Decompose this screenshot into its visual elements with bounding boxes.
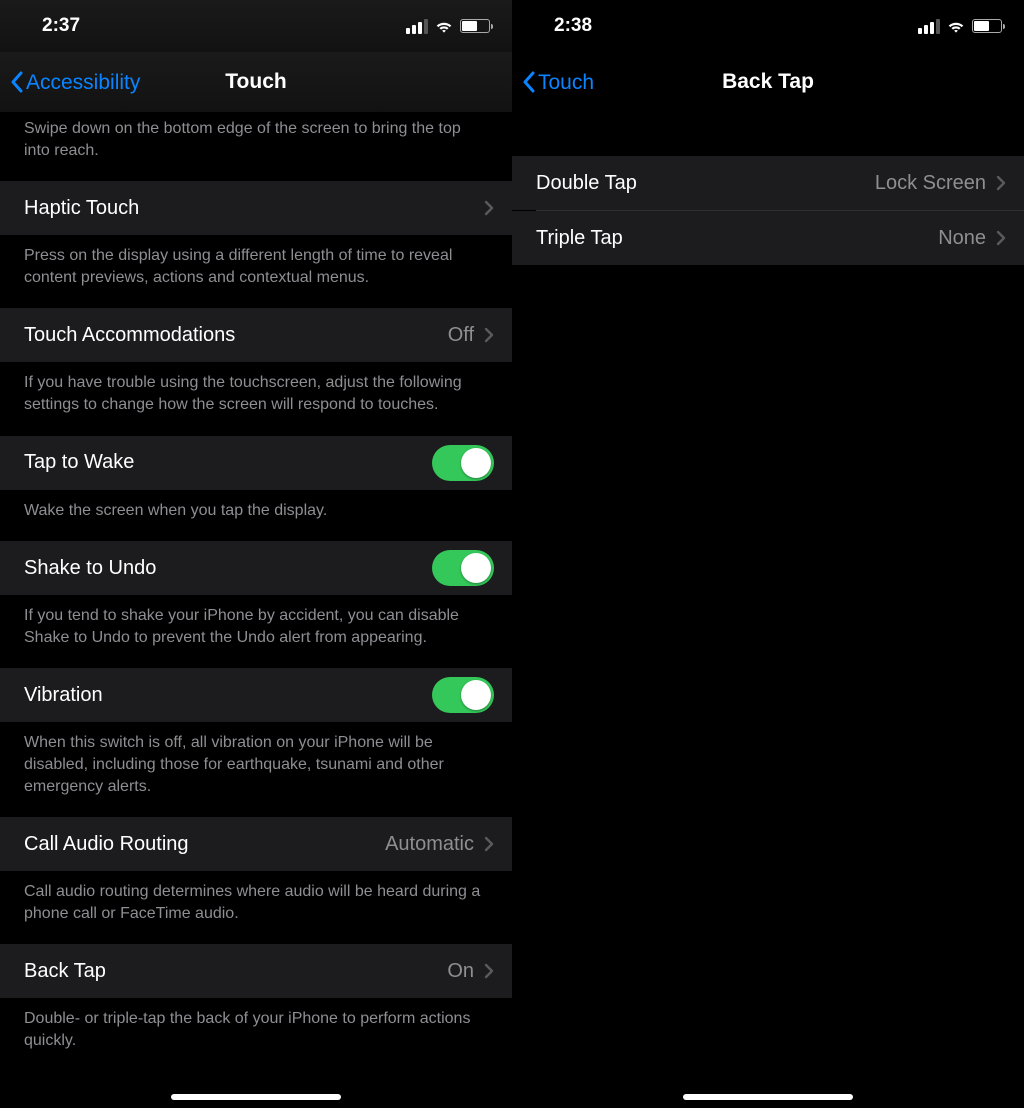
tap-to-wake-label: Tap to Wake — [24, 451, 432, 474]
status-icons — [918, 18, 1002, 34]
home-indicator[interactable] — [171, 1094, 341, 1100]
status-bar: 2:37 — [0, 0, 512, 52]
haptic-touch-cell[interactable]: Haptic Touch — [0, 181, 512, 235]
triple-tap-value: None — [938, 227, 986, 250]
battery-icon — [460, 19, 490, 33]
tap-to-wake-cell[interactable]: Tap to Wake — [0, 436, 512, 490]
vibration-cell[interactable]: Vibration — [0, 668, 512, 722]
chevron-right-icon — [484, 963, 494, 979]
double-tap-cell[interactable]: Double Tap Lock Screen — [512, 156, 1024, 210]
vibration-toggle[interactable] — [432, 677, 494, 713]
status-time: 2:37 — [42, 15, 80, 37]
screen-back-tap: 2:38 Touch Back Tap Double Tap Lock Scre… — [512, 0, 1024, 1108]
tap-to-wake-toggle[interactable] — [432, 445, 494, 481]
shake-to-undo-label: Shake to Undo — [24, 557, 432, 580]
shake-to-undo-footer: If you tend to shake your iPhone by acci… — [0, 595, 512, 668]
shake-to-undo-toggle[interactable] — [432, 550, 494, 586]
cellular-icon — [918, 19, 940, 34]
vibration-footer: When this switch is off, all vibration o… — [0, 722, 512, 817]
chevron-right-icon — [996, 175, 1006, 191]
back-tap-label: Back Tap — [24, 960, 447, 983]
settings-content[interactable]: Swipe down on the bottom edge of the scr… — [0, 112, 512, 1108]
touch-accommodations-footer: If you have trouble using the touchscree… — [0, 362, 512, 435]
haptic-touch-label: Haptic Touch — [24, 197, 484, 220]
call-audio-routing-cell[interactable]: Call Audio Routing Automatic — [0, 817, 512, 871]
back-tap-footer: Double- or triple-tap the back of your i… — [0, 998, 512, 1071]
touch-accommodations-value: Off — [448, 324, 474, 347]
double-tap-label: Double Tap — [536, 172, 875, 195]
call-audio-routing-value: Automatic — [385, 833, 474, 856]
back-button[interactable]: Touch — [522, 71, 594, 93]
chevron-right-icon — [484, 327, 494, 343]
back-label: Accessibility — [26, 72, 140, 93]
status-icons — [406, 18, 490, 34]
haptic-touch-footer: Press on the display using a different l… — [0, 235, 512, 308]
reachability-footer: Swipe down on the bottom edge of the scr… — [0, 112, 512, 181]
touch-accommodations-cell[interactable]: Touch Accommodations Off — [0, 308, 512, 362]
nav-bar: Touch Back Tap — [512, 52, 1024, 112]
cellular-icon — [406, 19, 428, 34]
vibration-label: Vibration — [24, 684, 432, 707]
status-bar: 2:38 — [512, 0, 1024, 52]
home-indicator[interactable] — [683, 1094, 853, 1100]
settings-content[interactable]: Double Tap Lock Screen Triple Tap None — [512, 112, 1024, 1108]
status-time: 2:38 — [554, 15, 592, 37]
chevron-left-icon — [522, 71, 536, 93]
screen-touch: 2:37 Accessibility Touch Swipe down on t… — [0, 0, 512, 1108]
battery-icon — [972, 19, 1002, 33]
wifi-icon — [434, 18, 454, 34]
chevron-left-icon — [10, 71, 24, 93]
call-audio-routing-footer: Call audio routing determines where audi… — [0, 871, 512, 944]
back-label: Touch — [538, 72, 594, 93]
nav-bar: Accessibility Touch — [0, 52, 512, 112]
chevron-right-icon — [996, 230, 1006, 246]
back-tap-cell[interactable]: Back Tap On — [0, 944, 512, 998]
tap-to-wake-footer: Wake the screen when you tap the display… — [0, 490, 512, 542]
chevron-right-icon — [484, 836, 494, 852]
touch-accommodations-label: Touch Accommodations — [24, 324, 448, 347]
double-tap-value: Lock Screen — [875, 172, 986, 195]
triple-tap-label: Triple Tap — [536, 227, 938, 250]
call-audio-routing-label: Call Audio Routing — [24, 833, 385, 856]
triple-tap-cell[interactable]: Triple Tap None — [512, 211, 1024, 265]
chevron-right-icon — [484, 200, 494, 216]
wifi-icon — [946, 18, 966, 34]
shake-to-undo-cell[interactable]: Shake to Undo — [0, 541, 512, 595]
back-tap-value: On — [447, 960, 474, 983]
back-button[interactable]: Accessibility — [10, 71, 140, 93]
